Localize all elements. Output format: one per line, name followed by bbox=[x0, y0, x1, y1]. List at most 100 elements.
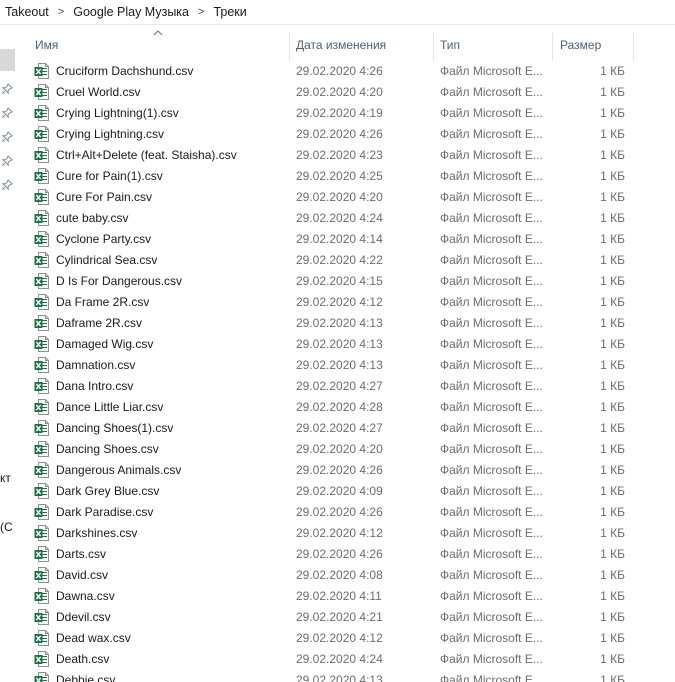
file-row[interactable]: Cyclone Party.csv 29.02.2020 4:14 Файл M… bbox=[15, 228, 675, 249]
file-row[interactable]: Da Frame 2R.csv 29.02.2020 4:12 Файл Mic… bbox=[15, 291, 675, 312]
file-name: Dana Intro.csv bbox=[56, 379, 134, 393]
column-divider[interactable] bbox=[433, 33, 434, 61]
file-name: D Is For Dangerous.csv bbox=[56, 274, 183, 288]
file-row[interactable]: Cure for Pain(1).csv 29.02.2020 4:25 Фай… bbox=[15, 165, 675, 186]
file-name: Ctrl+Alt+Delete (feat. Staisha).csv bbox=[56, 148, 237, 162]
column-header-size[interactable]: Размер bbox=[560, 25, 630, 61]
navigation-pane[interactable]: кт (С bbox=[0, 25, 15, 682]
file-type: Файл Microsoft E... bbox=[440, 400, 543, 414]
excel-csv-file-icon bbox=[34, 630, 49, 646]
file-row[interactable]: Ctrl+Alt+Delete (feat. Staisha).csv 29.0… bbox=[15, 144, 675, 165]
pin-icon[interactable] bbox=[1, 83, 13, 95]
file-type: Файл Microsoft E... bbox=[440, 64, 543, 78]
file-size: 1 КБ bbox=[600, 442, 625, 456]
file-name: Darkshines.csv bbox=[56, 526, 138, 540]
file-row[interactable]: Ddevil.csv 29.02.2020 4:21 Файл Microsof… bbox=[15, 606, 675, 627]
file-type: Файл Microsoft E... bbox=[440, 85, 543, 99]
file-size: 1 КБ bbox=[600, 400, 625, 414]
file-type: Файл Microsoft E... bbox=[440, 169, 543, 183]
file-type: Файл Microsoft E... bbox=[440, 106, 543, 120]
file-type: Файл Microsoft E... bbox=[440, 295, 543, 309]
nav-selected-item[interactable] bbox=[0, 49, 15, 71]
file-row[interactable]: Dark Paradise.csv 29.02.2020 4:26 Файл M… bbox=[15, 501, 675, 522]
file-row[interactable]: Crying Lightning(1).csv 29.02.2020 4:19 … bbox=[15, 102, 675, 123]
pin-icon[interactable] bbox=[1, 179, 13, 191]
file-size: 1 КБ bbox=[600, 211, 625, 225]
excel-csv-file-icon bbox=[34, 672, 49, 682]
file-name: Cure for Pain(1).csv bbox=[56, 169, 163, 183]
file-row[interactable]: Damaged Wig.csv 29.02.2020 4:13 Файл Mic… bbox=[15, 333, 675, 354]
file-type: Файл Microsoft E... bbox=[440, 232, 543, 246]
file-row[interactable]: Debbie.csv 29.02.2020 4:13 Файл Microsof… bbox=[15, 669, 675, 682]
file-type: Файл Microsoft E... bbox=[440, 673, 543, 682]
file-row[interactable]: Darkshines.csv 29.02.2020 4:12 Файл Micr… bbox=[15, 522, 675, 543]
file-row[interactable]: Dark Grey Blue.csv 29.02.2020 4:09 Файл … bbox=[15, 480, 675, 501]
pin-icon[interactable] bbox=[1, 131, 13, 143]
excel-csv-file-icon bbox=[34, 294, 49, 310]
file-row[interactable]: Daframe 2R.csv 29.02.2020 4:13 Файл Micr… bbox=[15, 312, 675, 333]
file-row[interactable]: Death.csv 29.02.2020 4:24 Файл Microsoft… bbox=[15, 648, 675, 669]
file-row[interactable]: D Is For Dangerous.csv 29.02.2020 4:15 Ф… bbox=[15, 270, 675, 291]
file-size: 1 КБ bbox=[600, 295, 625, 309]
file-date-modified: 29.02.2020 4:08 bbox=[296, 568, 383, 582]
column-header-type-label: Тип bbox=[440, 38, 461, 52]
column-header-date[interactable]: Дата изменения bbox=[296, 25, 432, 61]
file-row[interactable]: Damnation.csv 29.02.2020 4:13 Файл Micro… bbox=[15, 354, 675, 375]
file-row[interactable]: Dawna.csv 29.02.2020 4:11 Файл Microsoft… bbox=[15, 585, 675, 606]
file-size: 1 КБ bbox=[600, 337, 625, 351]
file-row[interactable]: Cylindrical Sea.csv 29.02.2020 4:22 Файл… bbox=[15, 249, 675, 270]
column-header-row: Имя Дата изменения Тип Размер bbox=[15, 25, 675, 61]
file-row[interactable]: Dancing Shoes.csv 29.02.2020 4:20 Файл M… bbox=[15, 438, 675, 459]
file-row[interactable]: Dance Little Liar.csv 29.02.2020 4:28 Фа… bbox=[15, 396, 675, 417]
excel-csv-file-icon bbox=[34, 525, 49, 541]
pin-icon[interactable] bbox=[1, 107, 13, 119]
column-header-name-label: Имя bbox=[35, 38, 59, 52]
file-size: 1 КБ bbox=[600, 85, 625, 99]
file-name: Dark Grey Blue.csv bbox=[56, 484, 160, 498]
column-header-type[interactable]: Тип bbox=[440, 25, 550, 61]
file-row[interactable]: David.csv 29.02.2020 4:08 Файл Microsoft… bbox=[15, 564, 675, 585]
excel-csv-file-icon bbox=[34, 651, 49, 667]
breadcrumb-google-play-music[interactable]: Google Play Музыка bbox=[71, 5, 191, 19]
file-row[interactable]: cute baby.csv 29.02.2020 4:24 Файл Micro… bbox=[15, 207, 675, 228]
pin-icon[interactable] bbox=[1, 155, 13, 167]
file-date-modified: 29.02.2020 4:09 bbox=[296, 484, 383, 498]
file-row[interactable]: Darts.csv 29.02.2020 4:26 Файл Microsoft… bbox=[15, 543, 675, 564]
file-date-modified: 29.02.2020 4:20 bbox=[296, 442, 383, 456]
file-name: Crying Lightning(1).csv bbox=[56, 106, 179, 120]
nav-item-label-fragment[interactable]: кт bbox=[0, 471, 15, 485]
file-name: Ddevil.csv bbox=[56, 610, 111, 624]
file-row[interactable]: Crying Lightning.csv 29.02.2020 4:26 Фай… bbox=[15, 123, 675, 144]
file-name: Cure For Pain.csv bbox=[56, 190, 153, 204]
file-row[interactable]: Cruel World.csv 29.02.2020 4:20 Файл Mic… bbox=[15, 81, 675, 102]
file-size: 1 КБ bbox=[600, 484, 625, 498]
file-row[interactable]: Cure For Pain.csv 29.02.2020 4:20 Файл M… bbox=[15, 186, 675, 207]
chevron-right-icon: > bbox=[198, 6, 205, 18]
nav-item-label-fragment[interactable]: (С bbox=[0, 520, 15, 534]
excel-csv-file-icon bbox=[34, 588, 49, 604]
excel-csv-file-icon bbox=[34, 504, 49, 520]
file-name: Cyclone Party.csv bbox=[56, 232, 152, 246]
file-type: Файл Microsoft E... bbox=[440, 316, 543, 330]
file-row[interactable]: Dana Intro.csv 29.02.2020 4:27 Файл Micr… bbox=[15, 375, 675, 396]
file-name: Da Frame 2R.csv bbox=[56, 295, 150, 309]
file-name: Damaged Wig.csv bbox=[56, 337, 154, 351]
column-divider[interactable] bbox=[552, 33, 553, 61]
file-size: 1 КБ bbox=[600, 547, 625, 561]
file-row[interactable]: Dancing Shoes(1).csv 29.02.2020 4:27 Фай… bbox=[15, 417, 675, 438]
file-date-modified: 29.02.2020 4:24 bbox=[296, 652, 383, 666]
file-row[interactable]: Cruciform Dachshund.csv 29.02.2020 4:26 … bbox=[15, 60, 675, 81]
column-divider[interactable] bbox=[633, 33, 634, 61]
excel-csv-file-icon bbox=[34, 441, 49, 457]
file-row[interactable]: Dangerous Animals.csv 29.02.2020 4:26 Фа… bbox=[15, 459, 675, 480]
file-size: 1 КБ bbox=[600, 589, 625, 603]
address-bar[interactable]: Takeout > Google Play Музыка > Треки bbox=[0, 0, 675, 25]
file-date-modified: 29.02.2020 4:24 bbox=[296, 211, 383, 225]
file-type: Файл Microsoft E... bbox=[440, 148, 543, 162]
file-row[interactable]: Dead wax.csv 29.02.2020 4:12 Файл Micros… bbox=[15, 627, 675, 648]
column-header-name[interactable]: Имя bbox=[35, 25, 290, 61]
breadcrumb-tracks[interactable]: Треки bbox=[211, 5, 248, 19]
breadcrumb-takeout[interactable]: Takeout bbox=[3, 5, 51, 19]
file-name: Daframe 2R.csv bbox=[56, 316, 143, 330]
column-divider[interactable] bbox=[289, 33, 290, 61]
